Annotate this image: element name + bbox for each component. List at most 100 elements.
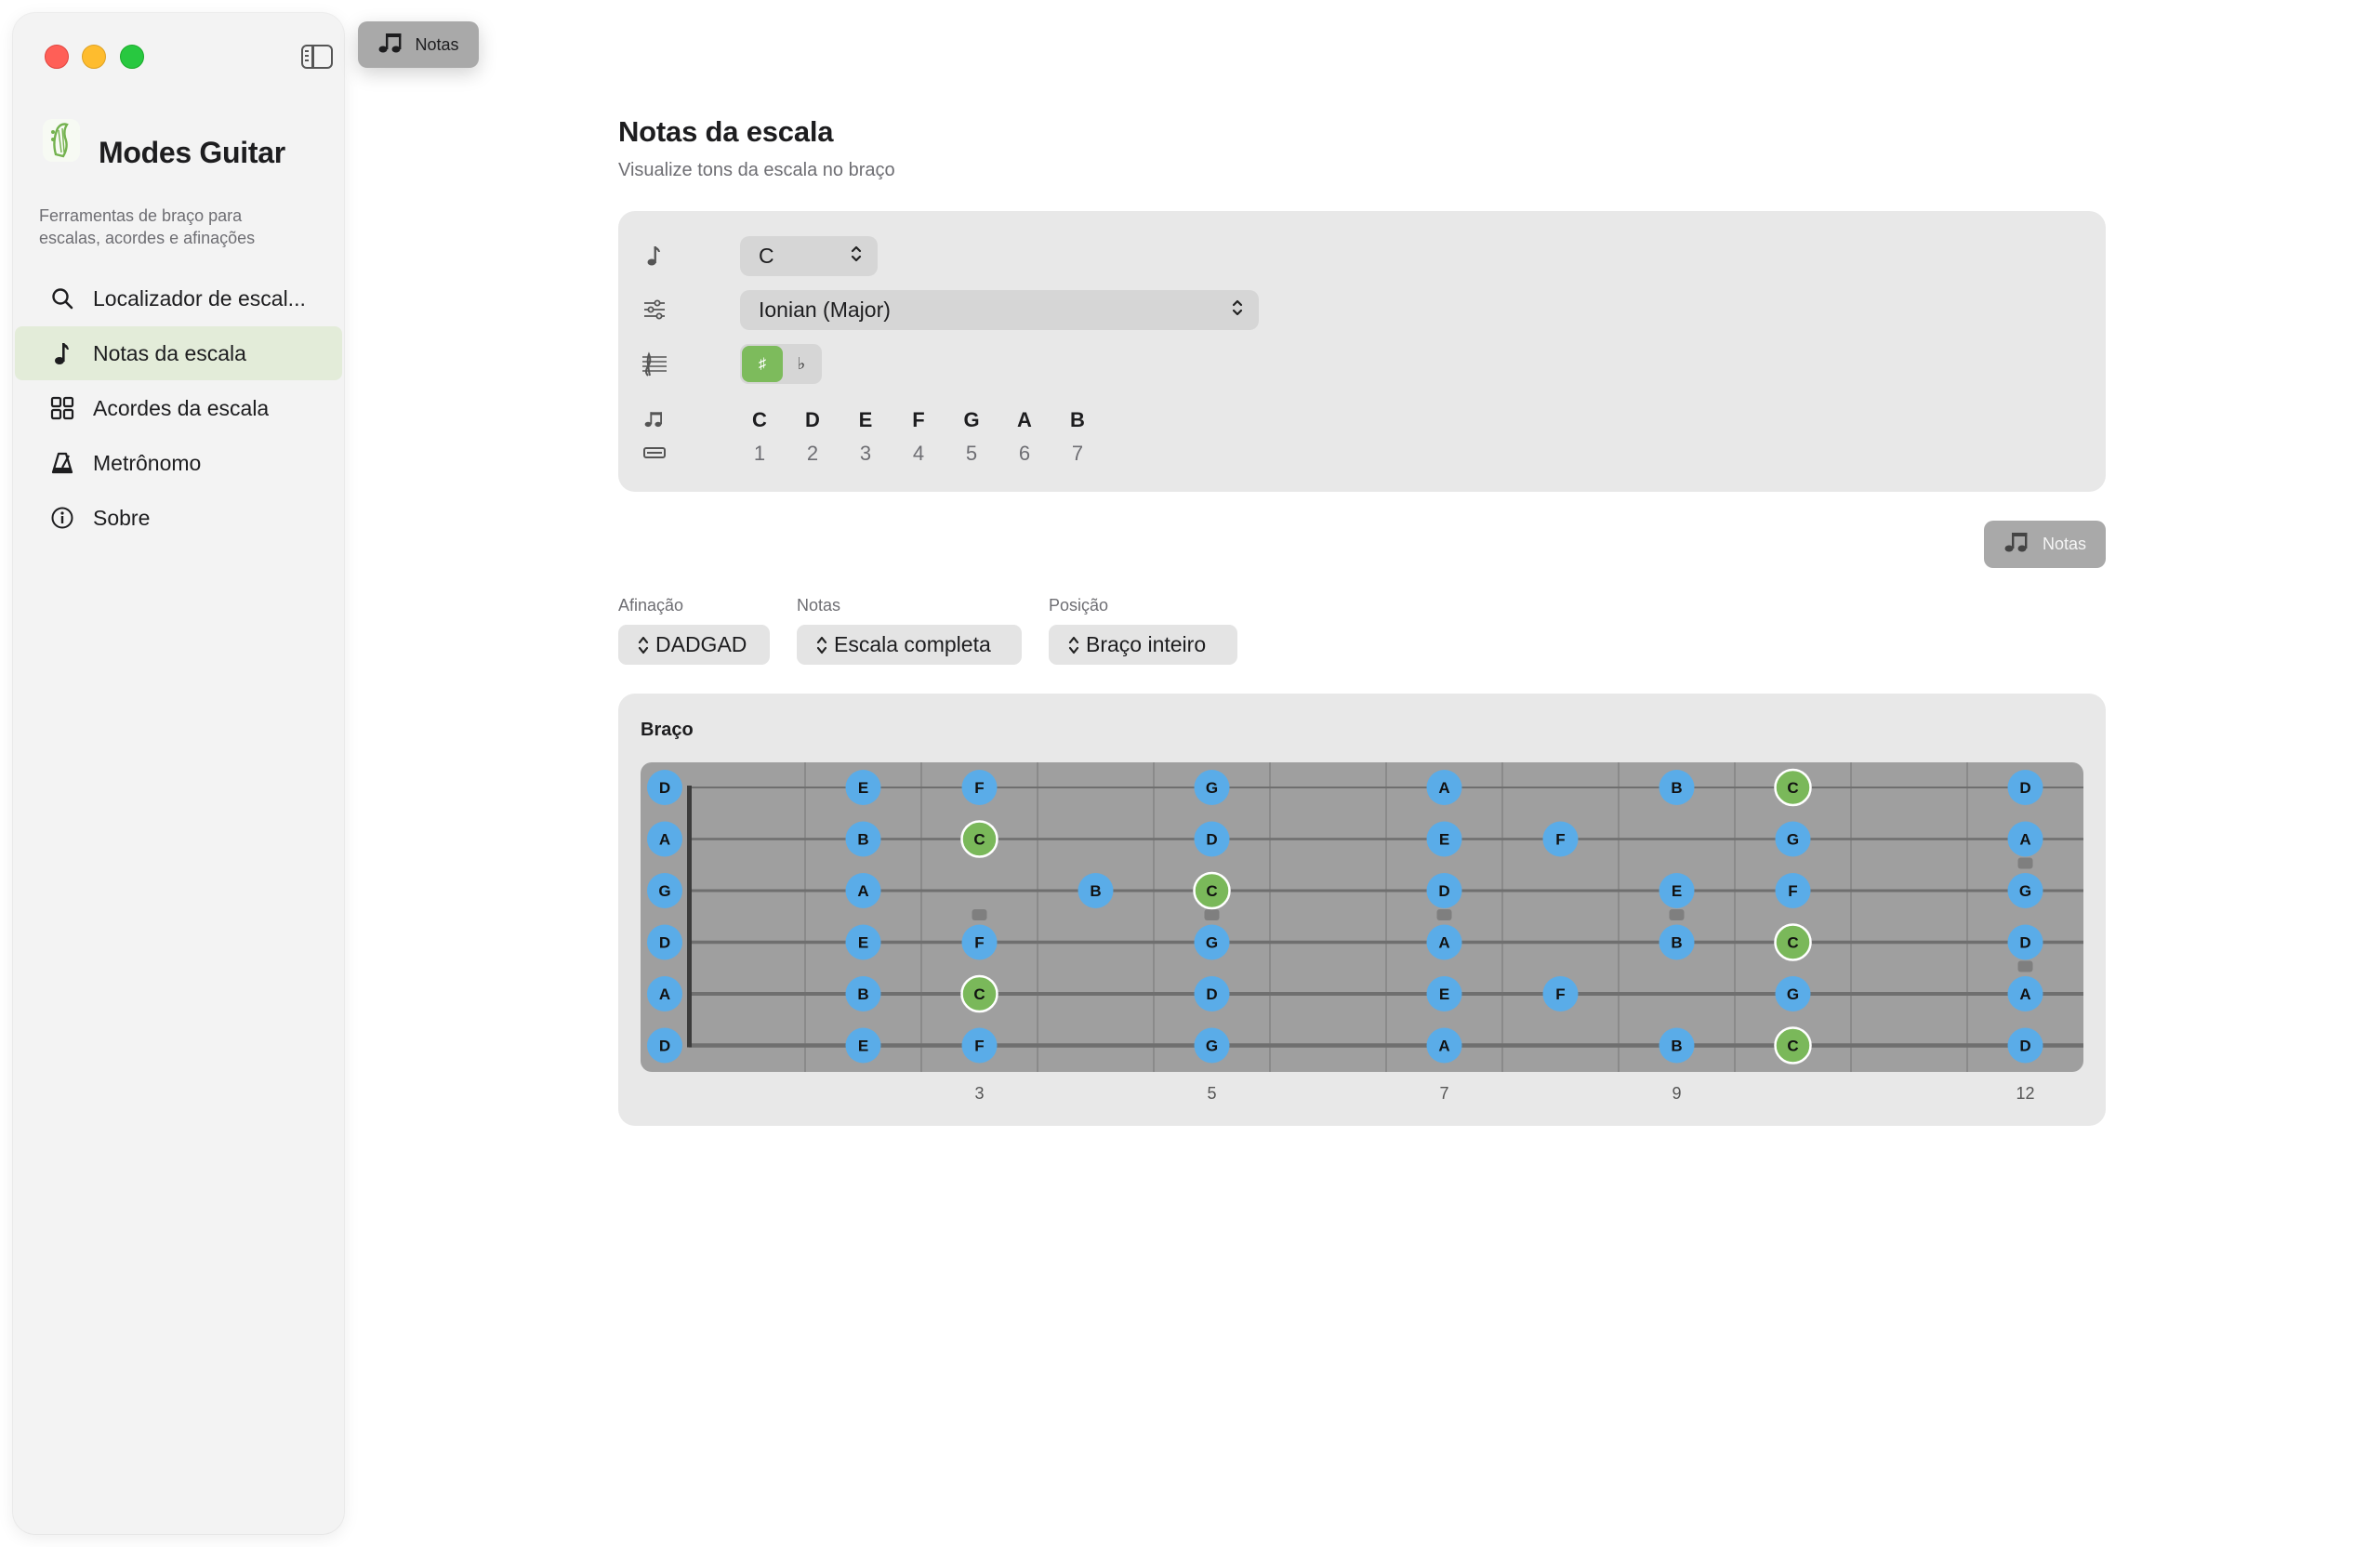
sidebar-toggle-icon[interactable] xyxy=(301,45,333,69)
fretboard-note[interactable]: A xyxy=(647,821,682,857)
fretboard-note[interactable]: F xyxy=(1775,873,1811,908)
fretboard-note[interactable]: D xyxy=(1194,976,1230,1012)
scale-note-name: D xyxy=(805,408,820,431)
fretboard-note[interactable]: F xyxy=(1542,821,1579,857)
grid-icon xyxy=(48,394,76,422)
note-label: A xyxy=(1438,779,1449,797)
notes-filter-select[interactable]: Escala completa xyxy=(797,625,1022,665)
fretboard-note[interactable]: B xyxy=(1659,770,1695,805)
note-label: B xyxy=(1090,882,1101,900)
fretboard-note[interactable]: D xyxy=(647,770,682,805)
minimize-window-button[interactable] xyxy=(82,45,106,69)
notas-button-label: Notas xyxy=(2042,535,2087,553)
fretboard-note[interactable]: G xyxy=(2007,873,2043,908)
music-note-icon xyxy=(48,339,76,367)
sliders-icon xyxy=(641,296,668,324)
mode-select[interactable]: Ionian (Major) xyxy=(740,290,1259,330)
flat-option[interactable]: ♭ xyxy=(785,346,818,382)
sidebar-item-scale-finder[interactable]: Localizador de escal... xyxy=(15,271,342,325)
note-label: G xyxy=(1206,934,1218,952)
sharp-option[interactable]: ♯ xyxy=(742,346,783,382)
fretboard-note[interactable]: F xyxy=(961,924,998,960)
fretboard-note[interactable]: A xyxy=(647,976,682,1012)
fretboard-note[interactable]: D xyxy=(1426,873,1462,908)
note-label: A xyxy=(659,831,670,849)
fretboard-note[interactable]: B xyxy=(1659,924,1695,960)
fretboard-note[interactable]: E xyxy=(1659,873,1695,908)
fretboard-note[interactable]: D xyxy=(647,924,682,960)
scale-degree: 3 xyxy=(859,442,872,465)
fretboard-note[interactable]: B xyxy=(845,976,881,1012)
nut xyxy=(687,786,692,1048)
music-notes-icon xyxy=(377,31,405,60)
sidebar-item-label: Notas da escala xyxy=(93,340,246,365)
fretboard-note[interactable]: D xyxy=(1194,821,1230,857)
note-label: F xyxy=(1788,882,1797,900)
note-label: G xyxy=(1206,1038,1218,1055)
fretboard-root-note[interactable]: C xyxy=(960,974,998,1013)
zoom-window-button[interactable] xyxy=(120,45,144,69)
fretboard-note[interactable]: A xyxy=(2007,976,2043,1012)
fretboard-note[interactable]: A xyxy=(1426,924,1462,960)
sidebar-item-metronome[interactable]: Metrônomo xyxy=(15,436,342,490)
fretboard-root-note[interactable]: C xyxy=(1774,923,1812,961)
notas-button[interactable]: Notas xyxy=(1984,521,2106,568)
scale-note-column: F4 xyxy=(900,408,937,466)
note-label: A xyxy=(1438,934,1449,952)
scale-note-column: E3 xyxy=(847,408,884,466)
sidebar-item-scale-notes[interactable]: Notas da escala xyxy=(15,326,342,380)
scale-note-name: G xyxy=(963,408,980,431)
fretboard-note[interactable]: E xyxy=(845,1027,881,1064)
fretboard-note[interactable]: B xyxy=(1659,1027,1695,1064)
fretboard-note[interactable]: A xyxy=(2007,821,2043,857)
note-label: E xyxy=(1439,831,1449,849)
toolbar-notas-button[interactable]: Notas xyxy=(358,21,479,68)
scale-note-column: D2 xyxy=(794,408,831,466)
sidebar-item-label: Sobre xyxy=(93,505,151,530)
fretboard-note[interactable]: F xyxy=(1542,976,1579,1012)
fretboard-note[interactable]: F xyxy=(961,1027,998,1064)
fretboard-note[interactable]: A xyxy=(1426,770,1462,805)
note-label: A xyxy=(659,985,670,1003)
note-label: A xyxy=(2019,831,2030,849)
fretboard-note[interactable]: F xyxy=(961,770,998,805)
music-staff-icon xyxy=(641,350,668,378)
fretboard-note[interactable]: G xyxy=(1194,924,1230,960)
fretboard-note[interactable]: D xyxy=(2007,924,2043,960)
fretboard-note[interactable]: E xyxy=(845,770,881,805)
fretboard-note[interactable]: B xyxy=(1078,873,1114,908)
fretboard-root-note[interactable]: C xyxy=(1193,871,1231,910)
fretboard-note[interactable]: G xyxy=(1775,976,1811,1012)
note-label: D xyxy=(1438,882,1449,900)
fret-inlay-marker xyxy=(1436,909,1452,920)
fretboard-note[interactable]: E xyxy=(1426,821,1462,857)
sidebar-item-about[interactable]: Sobre xyxy=(15,491,342,545)
fretboard-note[interactable]: B xyxy=(845,821,881,857)
fretboard-root-note[interactable]: C xyxy=(1774,768,1812,807)
position-select[interactable]: Braço inteiro xyxy=(1049,625,1237,665)
fretboard-note[interactable]: E xyxy=(1426,976,1462,1012)
fretboard-note[interactable]: E xyxy=(845,924,881,960)
sidebar-item-scale-chords[interactable]: Acordes da escala xyxy=(15,381,342,435)
close-window-button[interactable] xyxy=(45,45,69,69)
page-subtitle: Visualize tons da escala no braço xyxy=(618,160,895,180)
fretboard-root-note[interactable]: C xyxy=(1774,1026,1812,1064)
fretboard-note[interactable]: D xyxy=(2007,1027,2043,1064)
fretboard-note[interactable]: D xyxy=(2007,770,2043,805)
fretboard-note[interactable]: G xyxy=(1775,821,1811,857)
fretboard-note[interactable]: G xyxy=(647,873,682,908)
fretboard-root-note[interactable]: C xyxy=(960,820,998,858)
note-label: E xyxy=(858,779,868,797)
tuning-select[interactable]: DADGAD xyxy=(618,625,770,665)
scale-note-name: F xyxy=(912,408,925,431)
fretboard-note[interactable]: G xyxy=(1194,1027,1230,1064)
note-label: A xyxy=(1438,1038,1449,1055)
fretboard-note[interactable]: G xyxy=(1194,770,1230,805)
note-label: F xyxy=(1555,831,1565,849)
fretboard-note[interactable]: D xyxy=(647,1027,682,1064)
scale-note-column: B7 xyxy=(1059,408,1096,466)
search-icon xyxy=(48,284,76,312)
fretboard-note[interactable]: A xyxy=(845,873,881,908)
fretboard-note[interactable]: A xyxy=(1426,1027,1462,1064)
root-note-select[interactable]: C xyxy=(740,236,878,276)
